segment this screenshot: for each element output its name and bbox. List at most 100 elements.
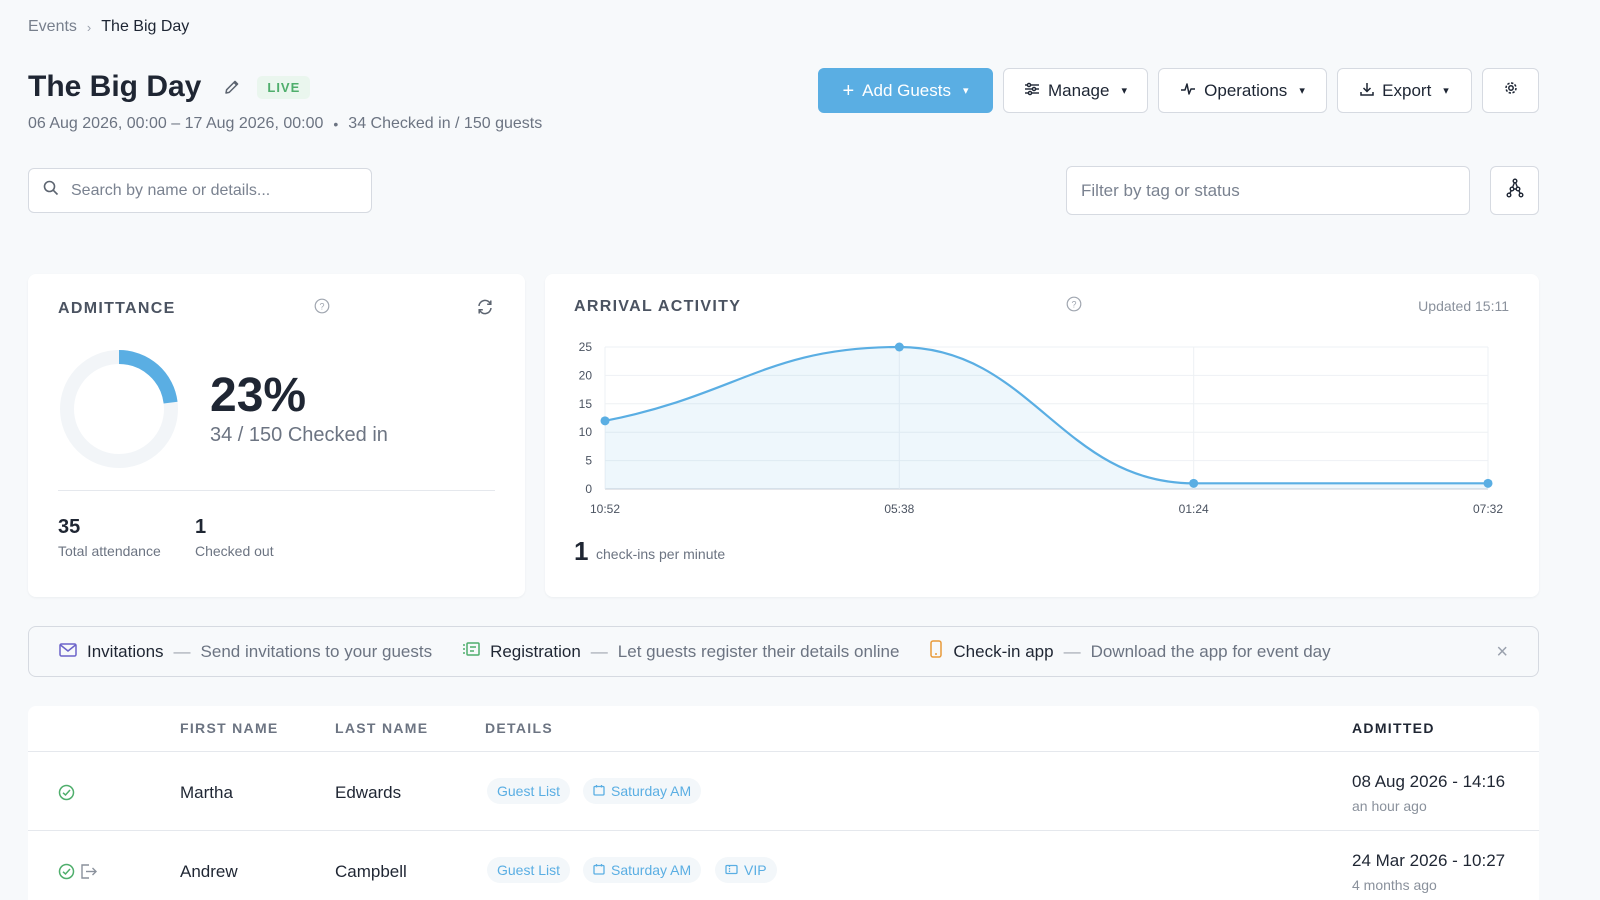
calendar-icon — [593, 862, 605, 878]
tag-label: VIP — [744, 862, 767, 878]
check-circle-icon — [58, 863, 75, 885]
chevron-down-icon: ▾ — [962, 85, 969, 97]
search-icon — [43, 180, 59, 201]
checked-out-value: 1 — [195, 516, 207, 538]
guest-table: FIRST NAME LAST NAME DETAILS ADMITTED Ma… — [28, 706, 1539, 900]
total-attendance-value: 35 — [58, 516, 81, 538]
breadcrumb: Events › The Big Day — [28, 18, 189, 36]
y-tick-label: 10 — [579, 425, 593, 439]
plus-icon: + — [842, 79, 855, 102]
edit-pencil-icon[interactable] — [221, 76, 243, 98]
search-input[interactable] — [71, 181, 371, 200]
check-circle-icon — [58, 784, 75, 806]
x-tick-label: 01:24 — [1179, 502, 1209, 516]
arrival-activity-label: ARRIVAL ACTIVITY — [574, 298, 742, 315]
registration-item[interactable]: Registration — Let guests register their… — [462, 641, 899, 662]
data-point — [1483, 478, 1493, 488]
chevron-down-icon: ▾ — [1443, 85, 1449, 97]
help-icon[interactable]: ? — [1066, 296, 1082, 317]
checked-out-icon — [80, 863, 98, 885]
svg-text:?: ? — [1071, 300, 1076, 310]
status-badge: LIVE — [257, 75, 311, 99]
manage-label: Manage — [1048, 80, 1110, 100]
admittance-donut — [60, 350, 178, 468]
calendar-icon — [593, 783, 605, 799]
data-point — [600, 416, 610, 426]
event-date-range: 06 Aug 2026, 00:00 – 17 Aug 2026, 00:00 — [28, 115, 324, 132]
checkin-app-item[interactable]: Check-in app — Download the app for even… — [929, 640, 1331, 663]
breadcrumb-current: The Big Day — [101, 18, 190, 35]
admitted-date: 24 Mar 2026 - 10:27 — [1352, 851, 1506, 870]
event-subtitle: 06 Aug 2026, 00:00 – 17 Aug 2026, 00:00 … — [28, 115, 542, 133]
sliders-icon — [1024, 81, 1040, 101]
gear-icon — [1503, 80, 1519, 101]
last-name-cell: Edwards — [335, 783, 402, 802]
last-name-cell: Campbell — [335, 862, 407, 881]
header-admitted[interactable]: ADMITTED — [1352, 720, 1435, 736]
arrival-activity-card: ARRIVAL ACTIVITY ? Updated 15:11 25 20 15 1… — [545, 274, 1539, 597]
y-tick-label: 5 — [585, 454, 592, 468]
add-guests-button[interactable]: + Add Guests ▾ — [818, 68, 993, 113]
admitted-date: 08 Aug 2026 - 14:16 — [1352, 772, 1506, 791]
invitations-item[interactable]: Invitations — Send invitations to your g… — [59, 642, 432, 662]
svg-text:?: ? — [319, 302, 324, 312]
chevron-down-icon: ▾ — [1121, 85, 1127, 97]
data-point — [894, 342, 904, 352]
manage-button[interactable]: Manage ▾ — [1003, 68, 1148, 113]
header-first-name[interactable]: FIRST NAME — [180, 720, 279, 736]
close-icon[interactable]: × — [1496, 641, 1508, 664]
search-box — [28, 168, 372, 213]
export-button[interactable]: Export ▾ — [1337, 68, 1472, 113]
separator-dash: — — [590, 641, 608, 661]
tag-saturday-am[interactable]: Saturday AM — [583, 778, 702, 804]
graph-view-button[interactable] — [1490, 166, 1539, 215]
header-last-name[interactable]: LAST NAME — [335, 720, 428, 736]
checked-out-label: Checked out — [195, 543, 274, 559]
tag-guest-list[interactable]: Guest List — [487, 778, 571, 804]
checkins-rate-value: 1 — [574, 536, 589, 566]
tag-label: Guest List — [497, 862, 561, 878]
tag-vip[interactable]: VIP — [715, 857, 777, 883]
table-row[interactable]: Andrew Campbell Guest List Saturday AM V… — [28, 830, 1539, 900]
settings-button[interactable] — [1482, 68, 1539, 113]
network-icon — [1505, 178, 1525, 203]
first-name-cell: Andrew — [180, 862, 238, 881]
table-row[interactable]: Martha Edwards Guest List Saturday AM 08… — [28, 751, 1539, 831]
y-tick-label: 20 — [579, 368, 593, 382]
admitted-cell: 24 Mar 2026 - 10:27 4 months ago — [1352, 851, 1505, 893]
registration-title: Registration — [490, 641, 581, 661]
first-name-cell: Martha — [180, 783, 233, 802]
separator-dash: — — [173, 641, 191, 661]
admittance-label: ADMITTANCE — [58, 300, 176, 317]
tag-saturday-am[interactable]: Saturday AM — [583, 857, 702, 883]
filter-box — [1066, 166, 1470, 215]
filter-input[interactable] — [1081, 180, 1469, 201]
invitations-title: Invitations — [87, 641, 164, 661]
tag-label: Saturday AM — [611, 862, 692, 878]
tag-label: Saturday AM — [611, 783, 692, 799]
checkin-summary: 34 Checked in / 150 guests — [348, 115, 543, 132]
download-icon — [1360, 81, 1374, 101]
getting-started-banner: Invitations — Send invitations to your g… — [28, 626, 1539, 677]
breadcrumb-events-link[interactable]: Events — [28, 18, 77, 36]
admittance-percent: 23% — [210, 369, 307, 422]
activity-icon — [1180, 81, 1196, 101]
title-row: The Big Day LIVE — [28, 70, 311, 104]
phone-icon — [929, 640, 943, 663]
arrival-activity-chart: 25 20 15 10 5 0 10:52 05:38 01:24 07:32 — [579, 340, 1504, 516]
tag-label: Guest List — [497, 783, 561, 799]
y-tick-label: 25 — [579, 340, 593, 354]
refresh-icon[interactable] — [476, 298, 494, 321]
chevron-down-icon: ▾ — [1299, 85, 1305, 97]
admitted-ago: 4 months ago — [1352, 877, 1437, 893]
divider — [58, 490, 495, 491]
help-icon[interactable]: ? — [314, 298, 330, 319]
admitted-ago: an hour ago — [1352, 798, 1427, 814]
y-tick-label: 15 — [579, 397, 593, 411]
x-tick-label: 05:38 — [884, 502, 914, 516]
operations-button[interactable]: Operations ▾ — [1158, 68, 1327, 113]
export-label: Export — [1382, 80, 1432, 100]
checkin-app-title: Check-in app — [953, 641, 1054, 661]
tag-guest-list[interactable]: Guest List — [487, 857, 571, 883]
page-title: The Big Day — [28, 70, 202, 103]
